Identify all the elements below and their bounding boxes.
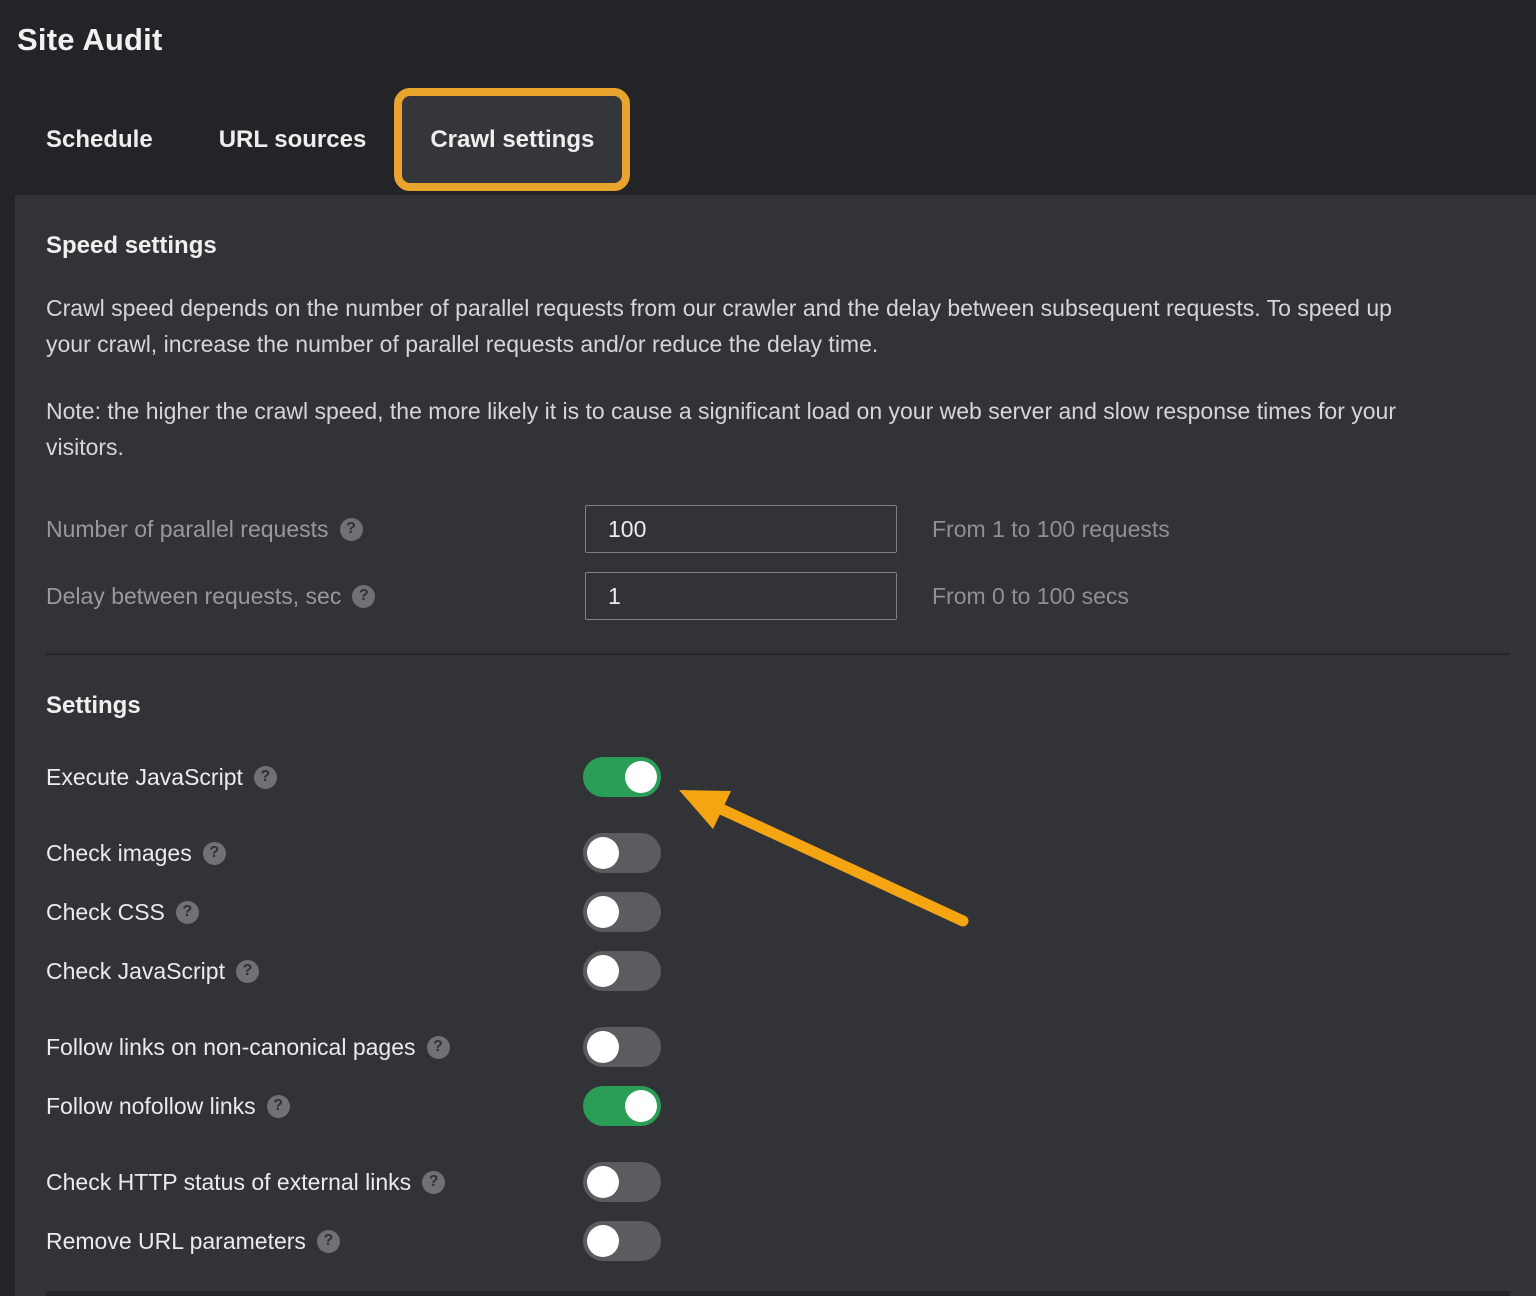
field-row: Number of parallel requests ? From 1 to … (46, 505, 1510, 553)
toggle-label: Follow nofollow links (46, 1093, 256, 1120)
tab-highlight-annotation: Crawl settings (394, 88, 630, 191)
toggle-label: Check HTTP status of external links (46, 1169, 411, 1196)
help-icon[interactable]: ? (422, 1171, 445, 1194)
speed-settings-heading: Speed settings (46, 195, 1510, 260)
speed-settings-description: Crawl speed depends on the number of par… (46, 290, 1428, 362)
page-title: Site Audit (17, 22, 163, 58)
help-icon[interactable]: ? (203, 842, 226, 865)
toggle-label: Check JavaScript (46, 958, 225, 985)
settings-heading: Settings (46, 692, 1510, 720)
delay-between-requests-input[interactable] (585, 572, 897, 620)
help-icon[interactable]: ? (427, 1036, 450, 1059)
toggle-knob (587, 837, 619, 869)
toggle-knob (587, 896, 619, 928)
top-bar: Site Audit Schedule URL sources Crawl se… (0, 0, 1536, 195)
toggle-label: Check CSS (46, 899, 165, 926)
tab-bar: Schedule URL sources Crawl settings (46, 88, 630, 191)
tab-crawl-settings[interactable]: Crawl settings (430, 126, 594, 154)
toggle-label: Check images (46, 840, 192, 867)
toggle-check-http-status-external[interactable] (583, 1162, 661, 1202)
toggle-check-images[interactable] (583, 833, 661, 873)
bottom-divider (46, 1291, 1510, 1296)
field-hint: From 1 to 100 requests (932, 516, 1170, 543)
field-hint: From 0 to 100 secs (932, 583, 1129, 610)
toggle-knob (587, 955, 619, 987)
settings-toggle-list: Execute JavaScript ? Check images ? Chec… (46, 757, 1510, 1261)
toggle-row: Check HTTP status of external links ? (46, 1162, 1510, 1202)
toggle-row: Follow nofollow links ? (46, 1086, 1510, 1126)
toggle-row: Execute JavaScript ? (46, 757, 1510, 797)
toggle-row: Check images ? (46, 833, 1510, 873)
speed-fields: Number of parallel requests ? From 1 to … (46, 505, 1510, 620)
help-icon[interactable]: ? (176, 901, 199, 924)
toggle-row: Check CSS ? (46, 892, 1510, 932)
help-icon[interactable]: ? (352, 585, 375, 608)
field-row: Delay between requests, sec ? From 0 to … (46, 572, 1510, 620)
toggle-knob (625, 1090, 657, 1122)
field-label: Delay between requests, sec (46, 583, 341, 610)
toggle-check-css[interactable] (583, 892, 661, 932)
toggle-execute-javascript[interactable] (583, 757, 661, 797)
toggle-row: Check JavaScript ? (46, 951, 1510, 991)
section-divider (46, 653, 1510, 655)
toggle-knob (587, 1225, 619, 1257)
help-icon[interactable]: ? (267, 1095, 290, 1118)
toggle-knob (587, 1031, 619, 1063)
parallel-requests-input[interactable] (585, 505, 897, 553)
tab-schedule[interactable]: Schedule (46, 126, 153, 154)
toggle-row: Follow links on non-canonical pages ? (46, 1027, 1510, 1067)
toggle-check-javascript[interactable] (583, 951, 661, 991)
toggle-knob (587, 1166, 619, 1198)
toggle-row: Remove URL parameters ? (46, 1221, 1510, 1261)
toggle-label: Execute JavaScript (46, 764, 243, 791)
tab-url-sources[interactable]: URL sources (219, 126, 367, 154)
help-icon[interactable]: ? (236, 960, 259, 983)
toggle-remove-url-parameters[interactable] (583, 1221, 661, 1261)
field-label: Number of parallel requests (46, 516, 329, 543)
help-icon[interactable]: ? (340, 518, 363, 541)
help-icon[interactable]: ? (317, 1230, 340, 1253)
toggle-follow-links-non-canonical[interactable] (583, 1027, 661, 1067)
help-icon[interactable]: ? (254, 766, 277, 789)
crawl-settings-panel: Speed settings Crawl speed depends on th… (15, 195, 1536, 1296)
toggle-follow-nofollow-links[interactable] (583, 1086, 661, 1126)
toggle-label: Follow links on non-canonical pages (46, 1034, 416, 1061)
toggle-label: Remove URL parameters (46, 1228, 306, 1255)
speed-settings-note: Note: the higher the crawl speed, the mo… (46, 393, 1428, 465)
toggle-knob (625, 761, 657, 793)
